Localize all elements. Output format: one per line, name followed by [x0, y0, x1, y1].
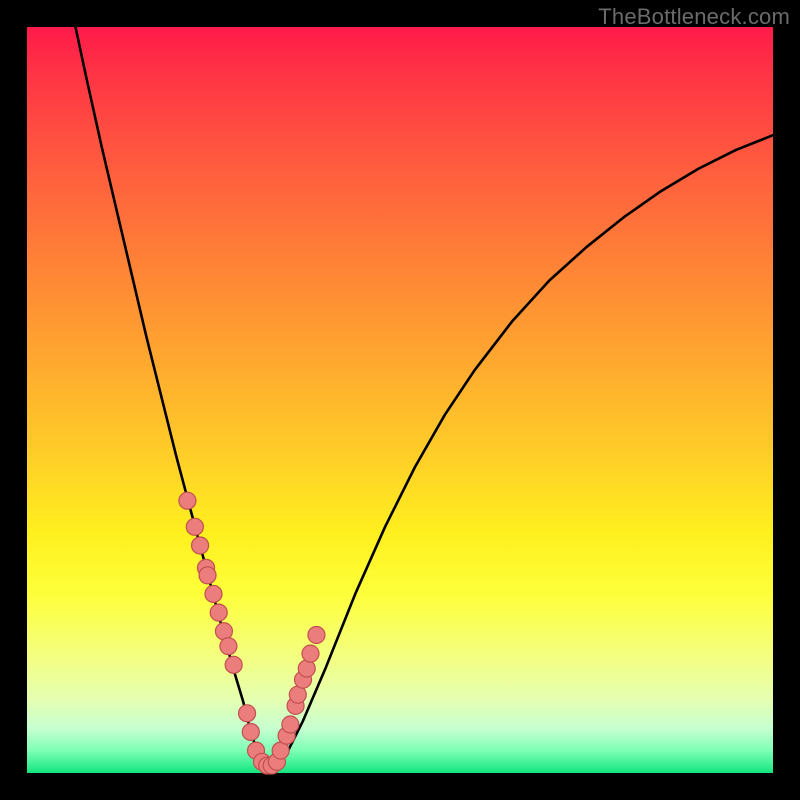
highlight-point: [302, 645, 319, 662]
highlight-points: [179, 492, 325, 774]
highlight-point: [298, 660, 315, 677]
highlight-point: [192, 537, 209, 554]
highlight-point: [282, 716, 299, 733]
chart-svg: [27, 27, 773, 773]
highlight-point: [225, 656, 242, 673]
highlight-point: [242, 723, 259, 740]
highlight-point: [186, 518, 203, 535]
highlight-point: [199, 567, 216, 584]
chart-plot-area: [27, 27, 773, 773]
highlight-point: [205, 585, 222, 602]
highlight-point: [308, 626, 325, 643]
chart-frame: TheBottleneck.com: [0, 0, 800, 800]
watermark-text: TheBottleneck.com: [598, 4, 790, 30]
highlight-point: [179, 492, 196, 509]
bottleneck-curve: [75, 27, 773, 766]
highlight-point: [210, 604, 227, 621]
highlight-point: [220, 638, 237, 655]
highlight-point: [239, 705, 256, 722]
